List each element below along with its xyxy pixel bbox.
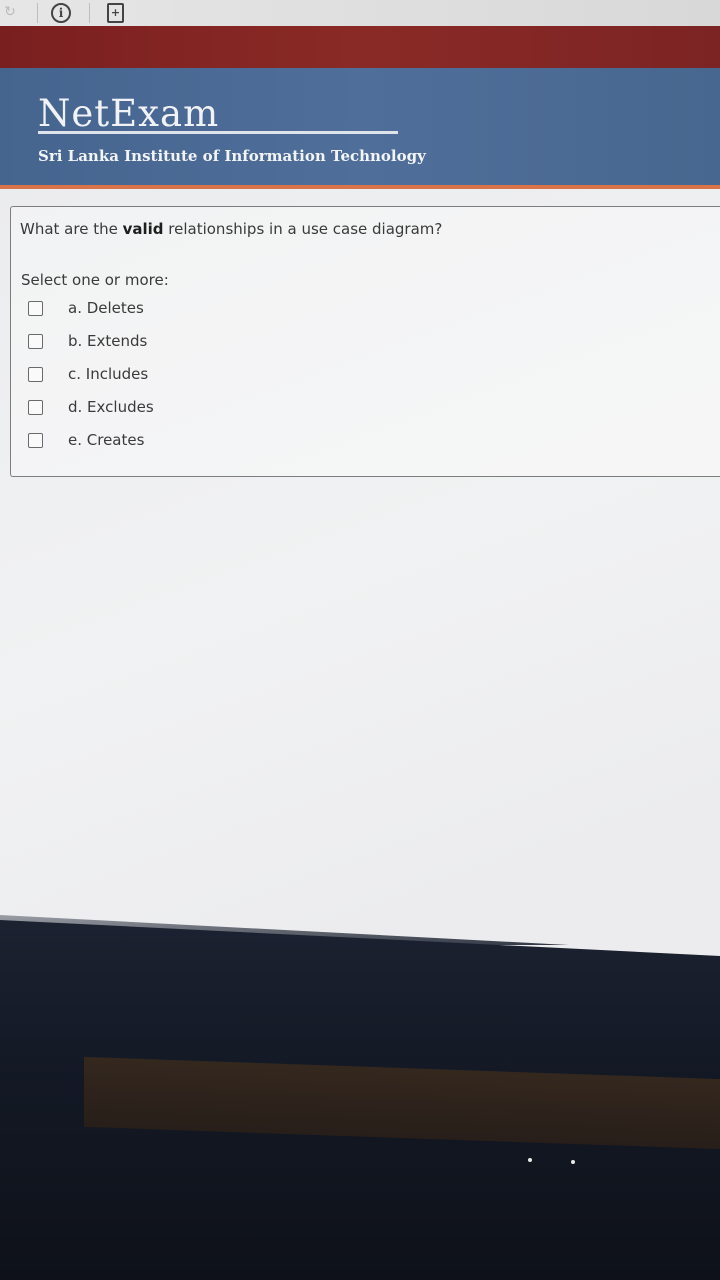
institute-name: Sri Lanka Institute of Information Techn… [38,147,426,165]
question-card: What are the valid relationships in a us… [10,206,720,477]
toolbar-divider [37,3,38,23]
page-action-icon[interactable]: + [107,3,124,23]
option-label[interactable]: a. Deletes [68,299,144,317]
option-checkbox[interactable] [28,366,43,382]
question-text: What are the valid relationships in a us… [20,220,442,238]
question-text-end: relationships in a use case diagram? [163,220,443,238]
option-label[interactable]: d. Excludes [68,398,154,416]
info-icon[interactable]: i [51,3,71,23]
answer-option-c[interactable]: c. Includes [28,361,328,387]
reload-icon[interactable]: ↻ [2,4,18,20]
question-text-start: What are the [20,220,123,238]
top-band [0,26,720,70]
header-accent-line [0,185,720,189]
option-label[interactable]: c. Includes [68,365,148,383]
answer-option-d[interactable]: d. Excludes [28,394,328,420]
answer-prompt: Select one or more: [21,271,169,289]
option-label[interactable]: e. Creates [68,431,144,449]
indicator-light [528,1158,532,1162]
option-checkbox[interactable] [28,432,43,448]
answer-option-a[interactable]: a. Deletes [28,295,328,321]
site-logo[interactable]: NetExam [38,92,219,135]
option-label[interactable]: b. Extends [68,332,147,350]
logo-underline [38,131,398,134]
answer-option-b[interactable]: b. Extends [28,328,328,354]
option-checkbox[interactable] [28,300,43,316]
toolbar-divider [89,3,90,23]
indicator-light [571,1160,575,1164]
option-checkbox[interactable] [28,333,43,349]
question-text-emphasis: valid [122,220,164,238]
option-checkbox[interactable] [28,399,43,415]
site-header: NetExam Sri Lanka Institute of Informati… [0,68,720,185]
answer-option-e[interactable]: e. Creates [28,427,328,453]
browser-toolbar: ↻ i + [0,0,720,26]
